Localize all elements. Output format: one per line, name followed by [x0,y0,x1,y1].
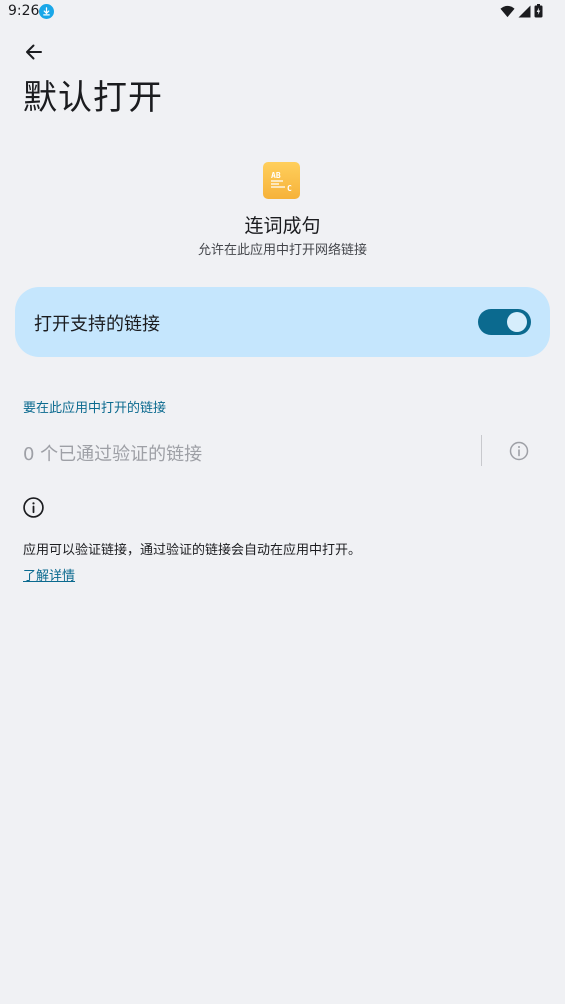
app-name: 连词成句 [244,215,321,237]
verified-links-count: 0 个已通过验证的链接 [23,444,203,465]
status-icons [500,4,543,18]
app-subtitle: 允许在此应用中打开网络链接 [197,243,367,258]
learn-more-link[interactable]: 了解详情 [23,565,75,584]
arrow-back-icon [26,44,42,60]
verified-links-row[interactable]: 0 个已通过验证的链接 [0,432,565,470]
open-supported-links-card[interactable]: 打开支持的链接 [15,287,550,357]
default-open-settings-screen: 9:26 默认打开 AB C 连词成句 允许在此应用中打开网络链接 打开支持的链… [0,0,565,1004]
switch-thumb [507,312,527,332]
info-icon [509,441,529,461]
svg-text:AB: AB [271,171,281,180]
verified-links-info-button[interactable] [508,440,530,462]
wifi-icon [500,5,515,17]
battery-charging-icon [534,4,543,18]
status-bar: 9:26 [0,0,565,24]
open-supported-links-label: 打开支持的链接 [34,314,160,335]
verification-info-text: 应用可以验证链接，通过验证的链接会自动在应用中打开。 [23,543,362,558]
svg-text:C: C [287,184,292,193]
download-icon [39,4,54,19]
info-icon [22,496,45,519]
back-button[interactable] [20,38,48,66]
page-title: 默认打开 [23,78,163,118]
links-section-header: 要在此应用中打开的链接 [23,401,167,416]
status-time: 9:26 [8,3,40,19]
app-icon: AB C [263,162,300,199]
divider [481,435,482,466]
signal-icon [518,5,531,17]
open-supported-links-switch[interactable] [478,309,531,335]
